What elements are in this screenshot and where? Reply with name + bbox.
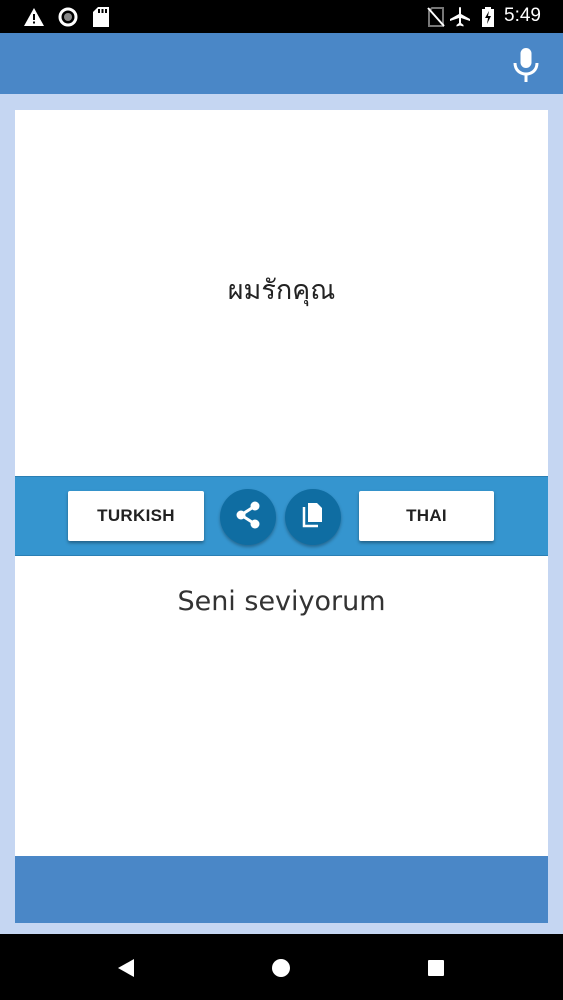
- share-icon: [235, 501, 261, 533]
- share-button[interactable]: [220, 489, 276, 545]
- recents-icon[interactable]: [425, 957, 447, 979]
- sd-card-icon: [91, 7, 111, 27]
- status-bar: 5:49: [0, 0, 563, 33]
- no-sim-icon: [426, 7, 446, 27]
- copy-button[interactable]: [285, 489, 341, 545]
- app-bar: [0, 33, 563, 94]
- source-language-label: TURKISH: [97, 506, 175, 525]
- bottom-banner: [15, 856, 548, 923]
- language-toolbar: TURKISH THAI: [15, 476, 548, 556]
- sync-icon: [58, 7, 78, 27]
- source-text-panel[interactable]: ผมรักคุณ: [15, 110, 548, 476]
- battery-icon: [478, 7, 498, 27]
- copy-icon: [301, 502, 325, 532]
- back-icon[interactable]: [115, 957, 137, 979]
- clock-time: 5:49: [504, 5, 541, 26]
- warning-icon: [24, 7, 44, 27]
- target-language-label: THAI: [406, 506, 447, 525]
- navigation-bar: [0, 934, 563, 1000]
- target-language-button[interactable]: THAI: [359, 491, 494, 541]
- microphone-icon[interactable]: [511, 48, 541, 82]
- source-language-button[interactable]: TURKISH: [68, 491, 204, 541]
- translation-panel[interactable]: Seni seviyorum: [15, 556, 548, 856]
- source-text: ผมรักคุณ: [227, 274, 336, 306]
- home-icon[interactable]: [270, 957, 292, 979]
- airplane-icon: [450, 7, 470, 27]
- translation-text: Seni seviyorum: [177, 586, 386, 617]
